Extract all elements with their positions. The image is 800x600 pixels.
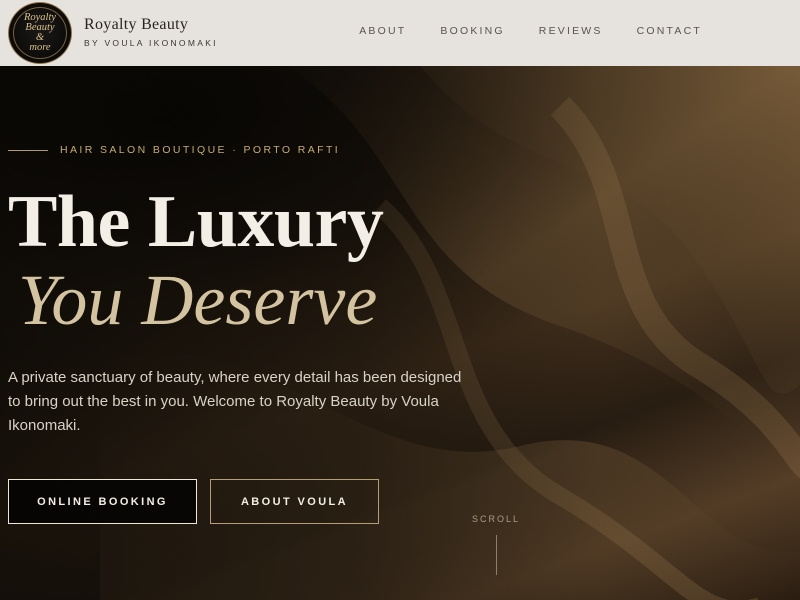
hero-title-line2: You Deserve [18, 260, 378, 340]
nav-item-about[interactable]: ABOUT [359, 25, 406, 37]
brand-block[interactable]: Royalty Beauty BY VOULA IKONOMAKI [84, 16, 218, 48]
about-voula-button[interactable]: ABOUT VOULA [210, 479, 379, 524]
hero-description: A private sanctuary of beauty, where eve… [8, 369, 462, 434]
eyebrow-text: HAIR SALON BOUTIQUE · PORTO RAFTI [60, 144, 341, 156]
hero-title-line1: The Luxury [8, 181, 384, 263]
eyebrow-divider [8, 149, 48, 151]
scroll-indicator-line [496, 535, 497, 575]
hero-eyebrow: HAIR SALON BOUTIQUE · PORTO RAFTI [8, 144, 340, 156]
online-booking-button[interactable]: ONLINE BOOKING [8, 479, 197, 524]
main-nav: ABOUT BOOKING REVIEWS CONTACT [325, 25, 702, 37]
nav-item-contact[interactable]: CONTACT [637, 25, 702, 37]
site-header: Royalty Beauty & more Royalty Beauty BY … [0, 0, 800, 66]
nav-item-booking[interactable]: BOOKING [440, 25, 504, 37]
nav-item-reviews[interactable]: REVIEWS [539, 25, 603, 37]
brand-tagline: BY VOULA IKONOMAKI [84, 38, 218, 48]
logo-text: Royalty Beauty & more [23, 12, 57, 53]
brand-name: Royalty Beauty [84, 16, 189, 33]
brand-logo[interactable]: Royalty Beauty & more [8, 2, 72, 64]
scroll-indicator-label[interactable]: SCROLL [472, 514, 522, 524]
